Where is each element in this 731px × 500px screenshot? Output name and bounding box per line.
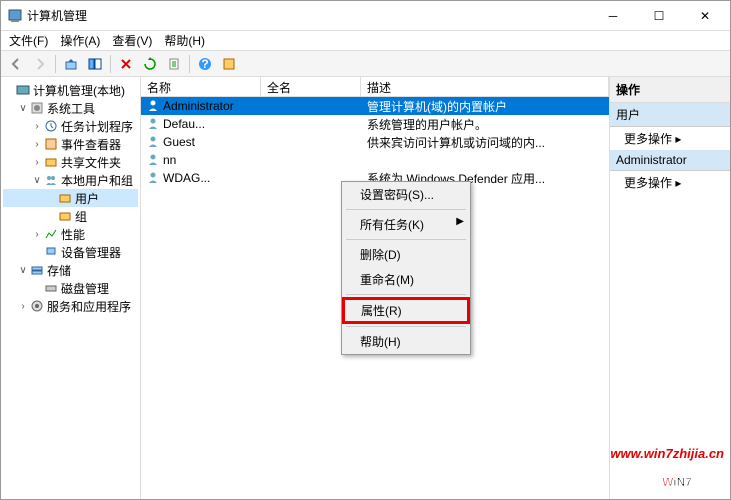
app-icon	[7, 8, 23, 24]
forward-button[interactable]	[29, 53, 51, 75]
tree-system-tools[interactable]: ∨系统工具	[3, 99, 138, 117]
user-icon	[147, 153, 161, 167]
menu-all-tasks[interactable]: 所有任务(K)▶	[342, 212, 470, 237]
tree-shared-folders[interactable]: ›共享文件夹	[3, 153, 138, 171]
user-icon	[147, 171, 161, 185]
menu-help[interactable]: 帮助(H)	[342, 329, 470, 354]
list-body: Administrator 管理计算机(域)的内置帐户 Defau... 系统管…	[141, 97, 609, 499]
refresh-button[interactable]	[139, 53, 161, 75]
chevron-right-icon: ▸	[675, 132, 681, 146]
tree-groups[interactable]: 组	[3, 207, 138, 225]
chevron-right-icon: ▸	[675, 176, 681, 190]
menu-set-password[interactable]: 设置密码(S)...	[342, 182, 470, 207]
back-button[interactable]	[5, 53, 27, 75]
user-row[interactable]: Guest 供来宾访问计算机或访问域的内...	[141, 133, 609, 151]
user-icon	[147, 135, 161, 149]
tree-task-scheduler[interactable]: ›任务计划程序	[3, 117, 138, 135]
actions-panel: 操作 用户 更多操作 ▸ Administrator 更多操作 ▸	[610, 77, 730, 499]
context-menu: 设置密码(S)... 所有任务(K)▶ 删除(D) 重命名(M) 属性(R) 帮…	[341, 181, 471, 355]
actions-header: 操作	[610, 77, 730, 103]
menu-action[interactable]: 操作(A)	[56, 32, 104, 49]
col-fullname[interactable]: 全名	[261, 77, 361, 96]
tree-device-manager[interactable]: 设备管理器	[3, 243, 138, 261]
close-button[interactable]: ✕	[682, 1, 728, 30]
chevron-right-icon: ▶	[456, 216, 464, 227]
col-name[interactable]: 名称	[141, 77, 261, 96]
tree-services-apps[interactable]: ›服务和应用程序	[3, 297, 138, 315]
up-button[interactable]	[60, 53, 82, 75]
watermark-url: www.win7zhijia.cn	[610, 446, 724, 461]
titlebar: 计算机管理 ─ ☐ ✕	[1, 1, 730, 31]
list-panel: 名称 全名 描述 Administrator 管理计算机(域)的内置帐户 Def…	[141, 77, 610, 499]
tree-users[interactable]: 用户	[3, 189, 138, 207]
tree-disk-management[interactable]: 磁盘管理	[3, 279, 138, 297]
export-button[interactable]	[163, 53, 185, 75]
tree-event-viewer[interactable]: ›事件查看器	[3, 135, 138, 153]
menu-properties[interactable]: 属性(R)	[342, 297, 470, 324]
actions-group-admin: Administrator	[610, 150, 730, 171]
list-header: 名称 全名 描述	[141, 77, 609, 97]
user-row[interactable]: nn	[141, 151, 609, 169]
actions-more-1[interactable]: 更多操作 ▸	[610, 127, 730, 150]
user-icon	[147, 117, 161, 131]
minimize-button[interactable]: ─	[590, 1, 636, 30]
tree-root[interactable]: 计算机管理(本地)	[3, 81, 138, 99]
menubar: 文件(F) 操作(A) 查看(V) 帮助(H)	[1, 31, 730, 51]
actions-more-2[interactable]: 更多操作 ▸	[610, 171, 730, 194]
properties-button[interactable]	[218, 53, 240, 75]
user-row[interactable]: Defau... 系统管理的用户帐户。	[141, 115, 609, 133]
menu-file[interactable]: 文件(F)	[5, 32, 52, 49]
toolbar: ?	[1, 51, 730, 77]
user-row[interactable]: Administrator 管理计算机(域)的内置帐户	[141, 97, 609, 115]
menu-delete[interactable]: 删除(D)	[342, 242, 470, 267]
tree-storage[interactable]: ∨存储	[3, 261, 138, 279]
watermark: www.win7zhijia.cn WiN7之家	[610, 446, 724, 493]
help-button[interactable]: ?	[194, 53, 216, 75]
tree-local-users-groups[interactable]: ∨本地用户和组	[3, 171, 138, 189]
tree-performance[interactable]: ›性能	[3, 225, 138, 243]
col-desc[interactable]: 描述	[361, 77, 609, 96]
maximize-button[interactable]: ☐	[636, 1, 682, 30]
actions-group-users: 用户	[610, 103, 730, 127]
menu-rename[interactable]: 重命名(M)	[342, 267, 470, 292]
window-title: 计算机管理	[27, 7, 590, 24]
menu-help[interactable]: 帮助(H)	[160, 32, 209, 49]
tree-panel: 计算机管理(本地) ∨系统工具 ›任务计划程序 ›事件查看器 ›共享文件夹 ∨本…	[1, 77, 141, 499]
svg-text:?: ?	[201, 57, 208, 71]
watermark-logo: WiN7之家	[610, 461, 724, 493]
user-icon	[147, 99, 161, 113]
show-hide-button[interactable]	[84, 53, 106, 75]
delete-button[interactable]	[115, 53, 137, 75]
menu-view[interactable]: 查看(V)	[108, 32, 156, 49]
